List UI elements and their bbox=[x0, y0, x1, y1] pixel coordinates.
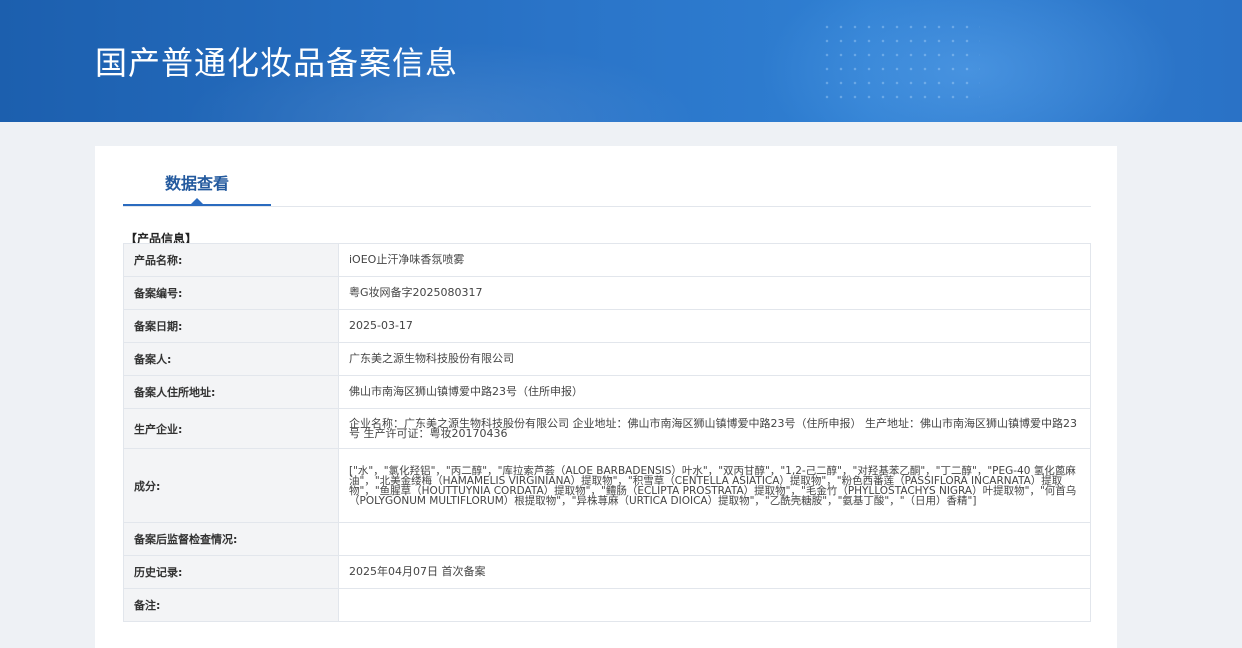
row-label: 产品名称: bbox=[123, 243, 339, 277]
table-row: 备案人: 广东美之源生物科技股份有限公司 bbox=[123, 342, 1091, 376]
product-info-table: 产品名称: iOEO止汗净味香氛喷雾 备案编号: 粤G妆网备字202508031… bbox=[123, 243, 1091, 622]
content-panel: 数据查看 【产品信息】 产品名称: iOEO止汗净味香氛喷雾 备案编号: 粤G妆… bbox=[95, 146, 1117, 648]
table-row: 产品名称: iOEO止汗净味香氛喷雾 bbox=[123, 243, 1091, 277]
row-value: iOEO止汗净味香氛喷雾 bbox=[338, 243, 1091, 277]
page-title: 国产普通化妆品备案信息 bbox=[95, 44, 459, 82]
row-value: 佛山市南海区狮山镇博爱中路23号（住所申报） bbox=[338, 375, 1091, 409]
table-row: 备案编号: 粤G妆网备字2025080317 bbox=[123, 276, 1091, 310]
table-row: 成分: ["水"，"氯化羟铝"，"丙二醇"，"库拉索芦荟（ALOE BARBAD… bbox=[123, 448, 1091, 523]
row-label: 备案后监督检查情况: bbox=[123, 522, 339, 556]
active-tab-caret-icon bbox=[191, 198, 203, 204]
table-row: 备注: bbox=[123, 588, 1091, 622]
row-label: 备案人住所地址: bbox=[123, 375, 339, 409]
row-label: 成分: bbox=[123, 448, 339, 523]
row-value: 粤G妆网备字2025080317 bbox=[338, 276, 1091, 310]
row-value: 广东美之源生物科技股份有限公司 bbox=[338, 342, 1091, 376]
tab-data-view[interactable]: 数据查看 bbox=[123, 146, 271, 206]
table-row: 备案人住所地址: 佛山市南海区狮山镇博爱中路23号（住所申报） bbox=[123, 375, 1091, 409]
row-value: 2025-03-17 bbox=[338, 309, 1091, 343]
table-row: 历史记录: 2025年04月07日 首次备案 bbox=[123, 555, 1091, 589]
row-label: 历史记录: bbox=[123, 555, 339, 589]
row-value: ["水"，"氯化羟铝"，"丙二醇"，"库拉索芦荟（ALOE BARBADENSI… bbox=[338, 448, 1091, 523]
row-label: 备案日期: bbox=[123, 309, 339, 343]
row-value: 企业名称：广东美之源生物科技股份有限公司 企业地址：佛山市南海区狮山镇博爱中路2… bbox=[338, 408, 1091, 449]
table-row: 备案日期: 2025-03-17 bbox=[123, 309, 1091, 343]
row-label: 生产企业: bbox=[123, 408, 339, 449]
table-row: 生产企业: 企业名称：广东美之源生物科技股份有限公司 企业地址：佛山市南海区狮山… bbox=[123, 408, 1091, 449]
banner-dot-pattern bbox=[820, 20, 980, 100]
row-label: 备注: bbox=[123, 588, 339, 622]
row-value bbox=[338, 522, 1091, 556]
table-row: 备案后监督检查情况: bbox=[123, 522, 1091, 556]
row-label: 备案编号: bbox=[123, 276, 339, 310]
row-label: 备案人: bbox=[123, 342, 339, 376]
row-value: 2025年04月07日 首次备案 bbox=[338, 555, 1091, 589]
page-header-banner: 国产普通化妆品备案信息 bbox=[0, 0, 1242, 122]
row-value bbox=[338, 588, 1091, 622]
tab-bar: 数据查看 bbox=[123, 146, 1091, 207]
tab-label: 数据查看 bbox=[164, 174, 229, 193]
